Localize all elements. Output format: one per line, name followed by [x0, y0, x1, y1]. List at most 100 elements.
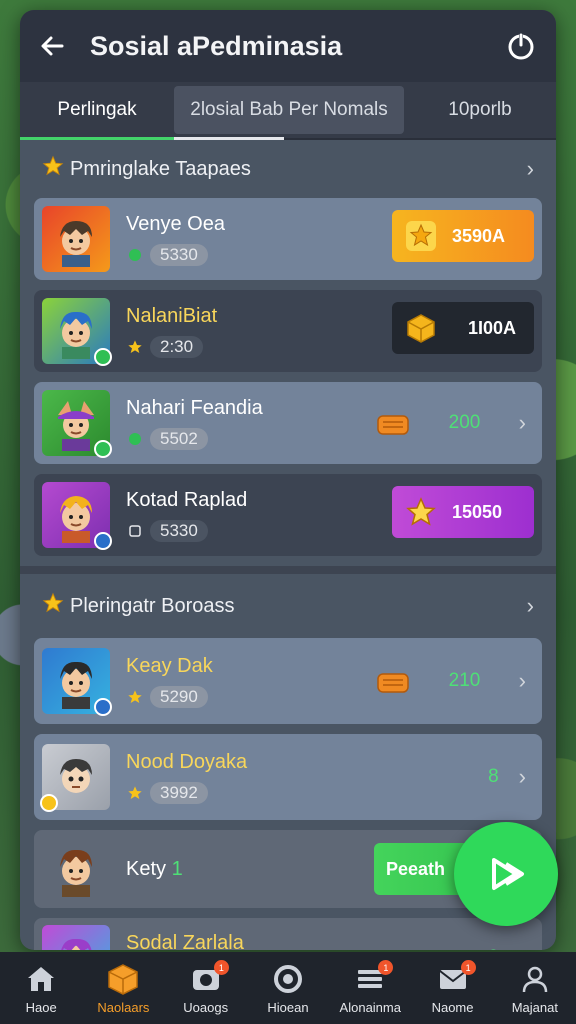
chevron-right-icon[interactable]: ›	[519, 945, 526, 950]
back-button[interactable]	[38, 32, 66, 60]
online-badge	[94, 532, 112, 550]
list-item[interactable]: Nood Doyaka 3992 8 ›	[34, 734, 542, 820]
notification-badge: 1	[213, 960, 229, 975]
list-item[interactable]: NalaniBiat 2:30 1I00A	[34, 290, 542, 372]
list-item[interactable]: Venye Oea 5330 3590A	[34, 198, 542, 280]
nav-label: Haoe	[25, 999, 57, 1015]
reward-display: 200 ›	[375, 382, 526, 464]
section-divider	[20, 566, 556, 574]
notification-badge: 1	[460, 960, 476, 975]
section-header-1[interactable]: Pmringlake Taapaes ›	[20, 140, 556, 198]
claim-reward-button[interactable]: 15050	[392, 486, 534, 538]
chevron-right-icon: ›	[526, 593, 534, 618]
nav-item-hioean[interactable]: Hioean	[247, 952, 329, 1024]
player-score: 3992	[150, 781, 208, 804]
panel-header: Sosial aPedminasia	[20, 10, 556, 82]
reward-amount: 15050	[452, 501, 503, 522]
nav-item-naome[interactable]: 1 Naome	[411, 952, 493, 1024]
bottom-nav: Haoe Naolaars 1 Uoaogs Hioean 1 Alonainm…	[0, 952, 576, 1024]
power-button[interactable]	[504, 29, 538, 63]
player-score: 5330	[150, 243, 208, 266]
player-score: 5290	[150, 685, 208, 708]
star-icon	[126, 338, 144, 356]
reward-amount: 200	[448, 412, 481, 433]
online-badge	[94, 440, 112, 458]
nav-label: Uoaogs	[183, 999, 229, 1015]
avatar	[42, 206, 110, 272]
online-badge	[94, 698, 112, 716]
tab-10porlb[interactable]: 10porlb	[404, 82, 556, 138]
claim-reward-button[interactable]: 3590A	[392, 210, 534, 262]
star-coin-icon	[406, 497, 436, 526]
nav-item-naolaars[interactable]: Naolaars	[82, 952, 164, 1024]
avatar	[42, 836, 110, 902]
star-icon	[126, 784, 144, 802]
play-arrow-icon	[492, 858, 524, 890]
nav-item-home[interactable]: Haoe	[0, 952, 82, 1024]
avatar	[42, 298, 112, 366]
list-item[interactable]: Keay Dak 5290 210 ›	[34, 638, 542, 724]
notification-badge: 1	[378, 960, 394, 975]
claim-reward-button[interactable]: 1I00A	[392, 302, 534, 354]
list-item[interactable]: Kotad Raplad 5330 15050	[34, 474, 542, 556]
section-title: Pmringlake Taapaes	[70, 157, 251, 180]
avatar	[42, 648, 112, 716]
page-title: Sosial aPedminasia	[90, 30, 343, 61]
list-item[interactable]: Sodal Zarlala 1993 0 ›	[34, 918, 542, 950]
nav-item-uoaogs[interactable]: 1 Uoaogs	[165, 952, 247, 1024]
trophy-icon	[126, 522, 144, 540]
player-score: 5330	[150, 519, 208, 542]
tab-hover-indicator	[174, 137, 284, 140]
nav-label: Hioean	[267, 999, 309, 1015]
home-icon	[28, 966, 55, 991]
player-score: 5502	[150, 427, 208, 450]
active-tab-indicator	[20, 137, 174, 140]
player-name-text: Kety	[126, 857, 167, 880]
box-icon	[108, 963, 139, 995]
list-item[interactable]: Nahari Feandia 5502 200 ›	[34, 382, 542, 464]
chevron-right-icon[interactable]: ›	[519, 764, 526, 790]
player-level: 1	[171, 857, 183, 880]
gem-icon	[126, 246, 144, 264]
social-panel: Sosial aPedminasia Perlingak 2losial Bab…	[20, 10, 556, 950]
send-fab-button[interactable]	[454, 822, 558, 926]
nav-label: Alonainma	[339, 999, 401, 1015]
gem-icon	[126, 430, 144, 448]
section-header-2[interactable]: Pleringatr Boroass ›	[20, 574, 556, 638]
online-badge	[94, 348, 112, 366]
nav-label: Naolaars	[97, 999, 150, 1015]
reward-amount: 1I00A	[468, 317, 517, 338]
send-button-label: Peeath	[386, 858, 446, 879]
nav-label: Majanat	[511, 999, 558, 1015]
star-icon	[42, 592, 64, 620]
crown-badge	[40, 794, 58, 812]
arrow-left-icon	[41, 36, 64, 56]
reward-amount: 0	[449, 947, 499, 950]
player-score: 2:30	[150, 335, 204, 358]
chevron-right-icon[interactable]: ›	[519, 410, 526, 436]
nav-item-alonainma[interactable]: 1 Alonainma	[329, 952, 411, 1024]
avatar	[42, 390, 112, 458]
user-icon	[522, 966, 548, 992]
tab-sosial-bab[interactable]: 2losial Bab Per Nomals	[174, 86, 404, 134]
nav-label: Naome	[431, 999, 474, 1015]
chevron-right-icon: ›	[526, 156, 534, 181]
nav-item-majanat[interactable]: Majanat	[494, 952, 576, 1024]
reward-amount: 210	[448, 670, 481, 691]
reward-amount: 3590A	[452, 225, 506, 246]
tab-bar: Perlingak 2losial Bab Per Nomals 10porlb	[20, 82, 556, 140]
gold-cube-icon	[407, 314, 435, 343]
tab-perlingak[interactable]: Perlingak	[20, 82, 174, 138]
section-title: Pleringatr Boroass	[70, 594, 235, 617]
star-coin-icon	[406, 221, 436, 251]
star-icon	[42, 155, 64, 183]
power-icon	[508, 33, 534, 60]
avatar	[42, 925, 110, 950]
chevron-right-icon[interactable]: ›	[519, 668, 526, 694]
ring-icon	[273, 964, 302, 993]
reward-amount: 8	[488, 766, 499, 787]
reward-display: 210 ›	[375, 638, 526, 724]
avatar	[42, 482, 112, 550]
star-icon	[126, 688, 144, 706]
reward-display: 8 ›	[411, 734, 526, 820]
